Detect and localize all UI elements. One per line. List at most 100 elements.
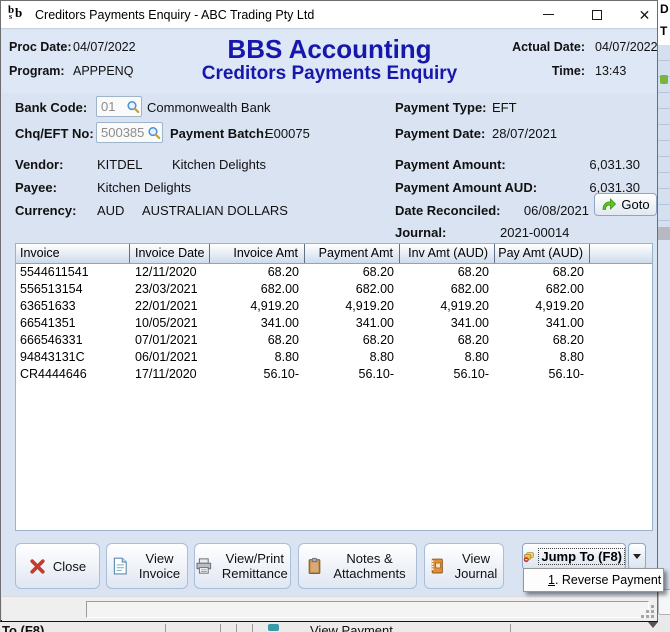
table-cell: 4,919.20: [305, 298, 400, 315]
table-cell: 341.00: [400, 315, 495, 332]
view-journal-label: View Journal: [452, 551, 500, 581]
background-jump-to-partial[interactable]: To (F8): [2, 623, 44, 632]
vendor-name: Kitchen Delights: [172, 157, 266, 172]
close-window-button[interactable]: ✕: [631, 1, 658, 28]
view-journal-button[interactable]: View Journal: [424, 543, 504, 589]
table-cell: 8.80: [210, 349, 305, 366]
payment-date-label: Payment Date:: [395, 126, 485, 141]
toolbar-separator: [220, 624, 221, 632]
toolbar-separator: [510, 624, 511, 632]
table-cell: 23/03/2021: [130, 281, 210, 298]
maximize-button[interactable]: [583, 1, 611, 28]
table-cell: 8.80: [400, 349, 495, 366]
toolbar-separator: [236, 624, 237, 632]
status-message-panel: [86, 601, 649, 618]
table-cell: 8.80: [305, 349, 400, 366]
menu-item-reverse-payment[interactable]: 1. Reverse Payment: [524, 573, 661, 587]
table-cell: 341.00: [210, 315, 305, 332]
minimize-button[interactable]: [534, 1, 562, 28]
header-band: Proc Date: 04/07/2022 Program: APPPENQ B…: [2, 30, 657, 93]
table-cell: 341.00: [495, 315, 590, 332]
payment-date-value: 28/07/2021: [492, 126, 557, 141]
table-row[interactable]: 66654633107/01/202168.2068.2068.2068.20: [16, 332, 652, 349]
table-cell: 22/01/2021: [130, 298, 210, 315]
table-cell: 68.20: [495, 332, 590, 349]
window-title: Creditors Payments Enquiry - ABC Trading…: [35, 8, 314, 22]
table-cell: 56.10-: [495, 366, 590, 383]
bank-code-lookup-button[interactable]: [125, 98, 141, 115]
close-button[interactable]: Close: [15, 543, 100, 589]
column-header[interactable]: Invoice Amt: [210, 244, 305, 263]
invoice-document-icon: [111, 557, 129, 575]
actual-date-label: Actual Date:: [480, 40, 585, 54]
resize-grip[interactable]: [641, 605, 655, 619]
view-invoice-button[interactable]: View Invoice: [106, 543, 188, 589]
title-bar[interactable]: b s b Creditors Payments Enquiry - ABC T…: [1, 1, 657, 29]
table-row[interactable]: 94843131C06/01/20218.808.808.808.80: [16, 349, 652, 366]
magnifier-icon: [126, 100, 140, 114]
table-cell: 56.10-: [400, 366, 495, 383]
table-cell: 07/01/2021: [130, 332, 210, 349]
chq-eft-no-input[interactable]: [101, 125, 146, 140]
column-header[interactable]: Invoice: [16, 244, 130, 263]
payment-amount-label: Payment Amount:: [395, 157, 506, 172]
table-row[interactable]: 6654135110/05/2021341.00341.00341.00341.…: [16, 315, 652, 332]
column-header-filler: [590, 244, 652, 263]
table-cell: 4,919.20: [400, 298, 495, 315]
background-divider: [658, 227, 670, 240]
column-header[interactable]: Payment Amt: [305, 244, 400, 263]
table-row[interactable]: 55651315423/03/2021682.00682.00682.00682…: [16, 281, 652, 298]
jump-to-folders-icon: [523, 549, 534, 565]
table-cell: 682.00: [495, 281, 590, 298]
chq-eft-no-label: Chq/EFT No:: [15, 126, 94, 141]
table-cell: 682.00: [400, 281, 495, 298]
jump-to-dropdown-button[interactable]: [628, 543, 646, 570]
view-payment-icon: [268, 624, 279, 631]
time-value: 13:43: [595, 64, 626, 78]
payment-details-form: Bank Code: Commonwealth Bank Payment Typ…: [2, 93, 657, 243]
invoice-table: InvoiceInvoice DateInvoice AmtPayment Am…: [15, 243, 653, 531]
background-grid-rows: [658, 45, 670, 227]
table-row[interactable]: 554461154112/11/202068.2068.2068.2068.20: [16, 264, 652, 281]
goto-label: Goto: [621, 197, 649, 212]
goto-arrow-icon: [601, 197, 617, 212]
table-row[interactable]: 6365163322/01/20214,919.204,919.204,919.…: [16, 298, 652, 315]
jump-to-menu: 1. Reverse Payment: [523, 568, 664, 592]
goto-button[interactable]: Goto: [594, 193, 657, 216]
column-header[interactable]: Invoice Date: [130, 244, 210, 263]
column-header[interactable]: Pay Amt (AUD): [495, 244, 590, 263]
status-bar: [2, 596, 657, 621]
chevron-down-icon[interactable]: [648, 622, 658, 628]
table-cell: 666546331: [16, 332, 130, 349]
bank-code-input[interactable]: [101, 99, 125, 114]
journal-label: Journal:: [395, 225, 446, 240]
view-payment-button-partial[interactable]: View Payment: [310, 623, 393, 632]
close-x-icon: [29, 558, 46, 575]
column-header[interactable]: Inv Amt (AUD): [400, 244, 495, 263]
date-reconciled-label: Date Reconciled:: [395, 203, 500, 218]
jump-to-button[interactable]: Jump To (F8): [522, 543, 626, 570]
currency-label: Currency:: [15, 203, 76, 218]
table-cell: 68.20: [495, 264, 590, 281]
toolbar-separator: [165, 624, 166, 632]
payment-batch-value: E00075: [265, 126, 310, 141]
bank-code-field[interactable]: [96, 96, 142, 117]
printer-icon: [195, 557, 213, 575]
payment-amount-value: 6,031.30: [522, 157, 640, 172]
view-print-remittance-button[interactable]: View/Print Remittance: [194, 543, 291, 589]
screenshot-root: D T To (F8) View Payment b s b: [0, 0, 670, 632]
bank-name: Commonwealth Bank: [147, 100, 271, 115]
creditors-payments-enquiry-window: b s b Creditors Payments Enquiry - ABC T…: [0, 0, 658, 622]
chq-eft-lookup-button[interactable]: [146, 124, 162, 141]
journal-book-icon: [428, 557, 445, 575]
background-window-right-edge: D T: [658, 0, 670, 632]
payment-type-label: Payment Type:: [395, 100, 487, 115]
background-button-edge[interactable]: [658, 589, 670, 615]
table-row[interactable]: CR444464617/11/202056.10-56.10-56.10-56.…: [16, 366, 652, 383]
table-cell: 341.00: [305, 315, 400, 332]
chq-eft-no-field[interactable]: [96, 122, 163, 143]
payment-amount-aud-label: Payment Amount AUD:: [395, 180, 537, 195]
view-invoice-label: View Invoice: [136, 551, 184, 581]
table-cell: 68.20: [305, 264, 400, 281]
notes-attachments-button[interactable]: Notes & Attachments: [298, 543, 417, 589]
